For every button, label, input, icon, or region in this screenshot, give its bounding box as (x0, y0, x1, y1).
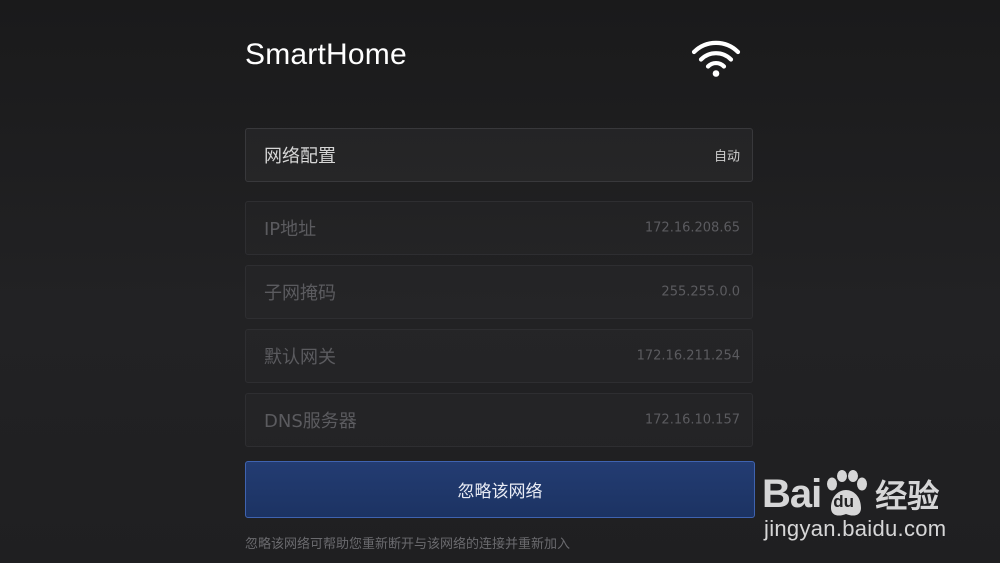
dns-server-label: DNS服务器 (264, 411, 357, 432)
ip-address-row: IP地址 172.16.208.65 (245, 201, 753, 255)
ip-address-label: IP地址 (264, 219, 317, 240)
network-config-value: 自动 (713, 149, 740, 165)
watermark-jingyan-text: 经验 (875, 477, 940, 515)
header: SmartHome (245, 36, 755, 80)
baidu-jingyan-watermark: Bai du 经验 jingyan.baidu.com (762, 452, 994, 550)
forget-network-label: 忽略该网络 (457, 482, 543, 502)
ip-address-value: 172.16.208.65 (644, 220, 740, 236)
wifi-icon (691, 40, 741, 77)
subnet-mask-row: 子网掩码 255.255.0.0 (245, 265, 753, 319)
subnet-mask-value: 255.255.0.0 (661, 284, 740, 300)
watermark-url: jingyan.baidu.com (764, 516, 947, 541)
default-gateway-value: 172.16.211.254 (636, 348, 740, 364)
watermark-du-text: du (833, 492, 855, 511)
forget-network-hint: 忽略该网络可帮助您重新断开与该网络的连接并重新加入 (245, 537, 571, 552)
dns-server-row: DNS服务器 172.16.10.157 (245, 393, 753, 447)
watermark-bai-text: Bai (762, 471, 822, 516)
watermark-brand: Bai du 经验 (762, 470, 939, 518)
network-config-row[interactable]: 网络配置 自动 (245, 128, 753, 182)
default-gateway-label: 默认网关 (264, 347, 336, 368)
network-config-label: 网络配置 (264, 146, 336, 167)
dns-server-value: 172.16.10.157 (644, 412, 740, 428)
network-detail-page: SmartHome 网络配置 自动 IP地址 172.16.208.65 子网掩… (245, 0, 755, 563)
forget-network-button[interactable]: 忽略该网络 (245, 461, 755, 518)
app-title: SmartHome (245, 38, 407, 71)
default-gateway-row: 默认网关 172.16.211.254 (245, 329, 753, 383)
baidu-paw-icon: du (823, 470, 869, 518)
subnet-mask-label: 子网掩码 (264, 283, 336, 304)
